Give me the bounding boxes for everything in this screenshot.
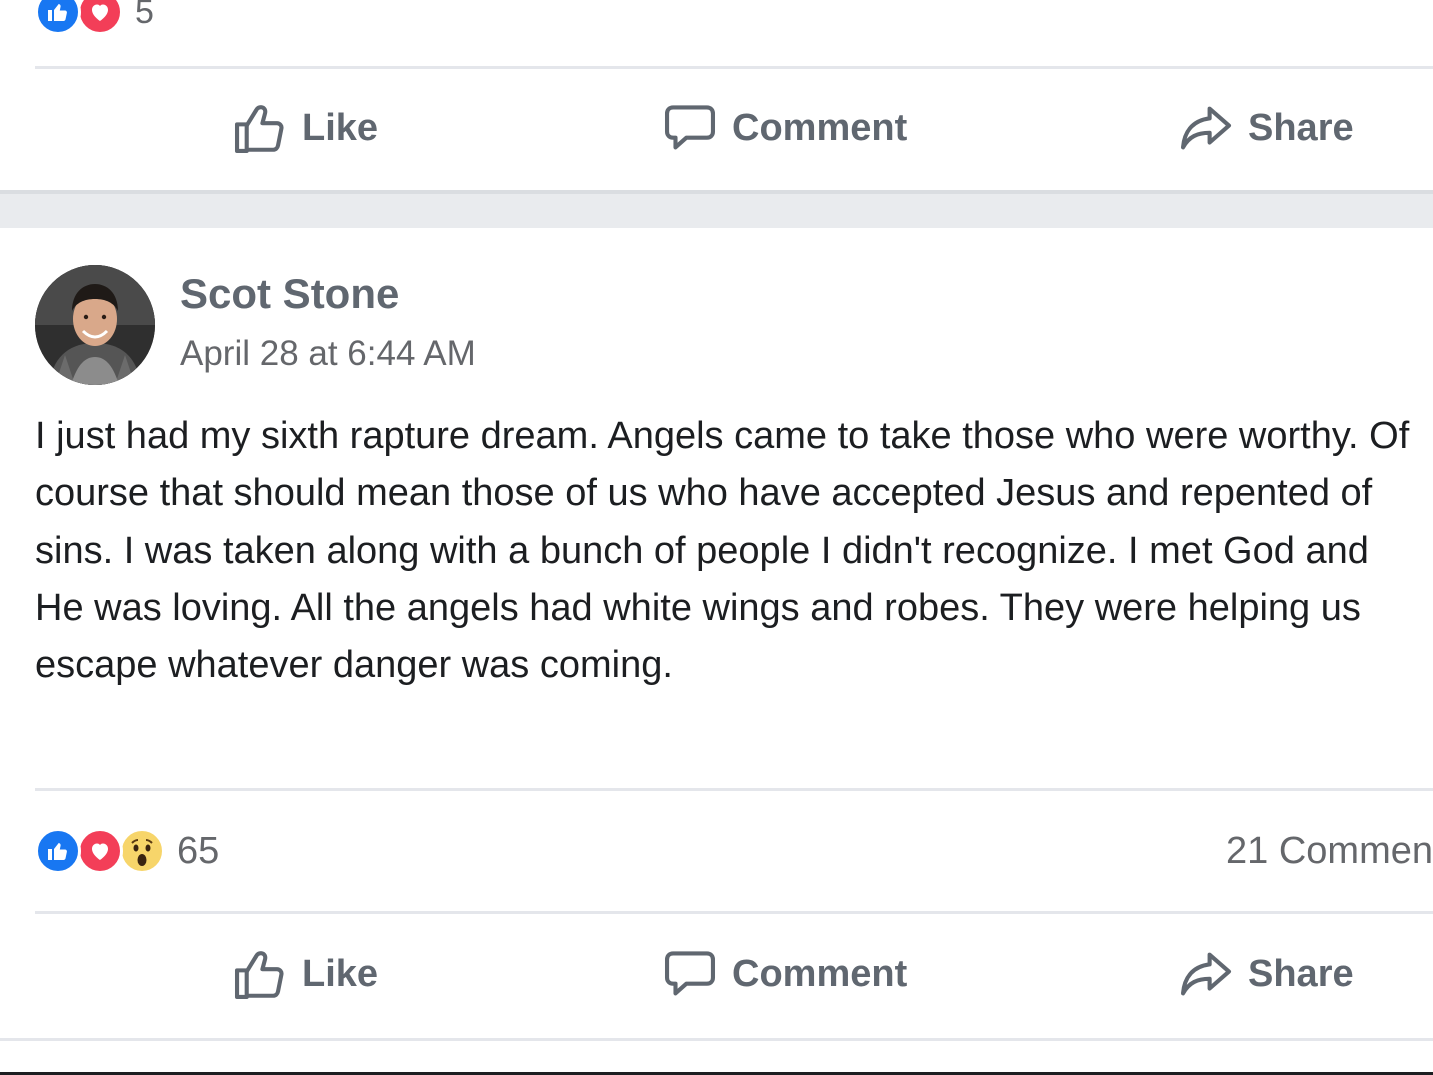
facebook-feed: 5 Like Comment Share Scot Stone April 28… — [0, 0, 1433, 1075]
action-bar: Like Comment Share — [0, 88, 1433, 168]
author-name[interactable]: Scot Stone — [180, 270, 399, 318]
wow-reaction-icon — [119, 828, 165, 874]
speech-bubble-icon — [660, 98, 720, 158]
next-post-edge — [0, 1038, 1433, 1075]
like-reaction-icon — [35, 0, 81, 35]
reaction-count: 5 — [135, 0, 154, 31]
divider — [35, 911, 1433, 914]
post-stats: 65 21 Commen — [35, 824, 1433, 878]
action-bar: Like Comment Share — [0, 934, 1433, 1014]
share-button[interactable]: Share — [1176, 934, 1354, 1014]
share-button[interactable]: Share — [1176, 88, 1354, 168]
speech-bubble-icon — [660, 944, 720, 1004]
comments-count[interactable]: 21 Commen — [1226, 830, 1433, 873]
reaction-summary[interactable]: 65 — [35, 824, 219, 878]
like-label: Like — [302, 952, 379, 995]
divider — [35, 66, 1433, 69]
feed-separator — [0, 190, 1433, 228]
share-arrow-icon — [1176, 98, 1236, 158]
like-button[interactable]: Like — [230, 88, 378, 168]
like-button[interactable]: Like — [230, 934, 378, 1014]
like-reaction-icon — [35, 828, 81, 874]
avatar[interactable] — [35, 265, 155, 385]
love-reaction-icon — [77, 0, 123, 35]
share-label: Share — [1248, 106, 1354, 149]
comment-button[interactable]: Comment — [660, 88, 907, 168]
comment-label: Comment — [732, 106, 908, 149]
post-body: I just had my sixth rapture dream. Angel… — [35, 415, 1410, 687]
thumbs-up-icon — [230, 98, 290, 158]
post-timestamp[interactable]: April 28 at 6:44 AM — [180, 334, 476, 374]
thumbs-up-icon — [230, 944, 290, 1004]
reaction-count: 65 — [177, 829, 220, 872]
like-label: Like — [302, 106, 379, 149]
reaction-summary[interactable]: 5 — [35, 0, 154, 36]
comment-button[interactable]: Comment — [660, 934, 907, 1014]
comment-label: Comment — [732, 952, 908, 995]
love-reaction-icon — [77, 828, 123, 874]
share-label: Share — [1248, 952, 1354, 995]
post-card: Scot Stone April 28 at 6:44 AM I just ha… — [0, 228, 1433, 1038]
divider — [35, 788, 1433, 791]
previous-post-footer: 5 Like Comment Share — [0, 0, 1433, 190]
share-arrow-icon — [1176, 944, 1236, 1004]
